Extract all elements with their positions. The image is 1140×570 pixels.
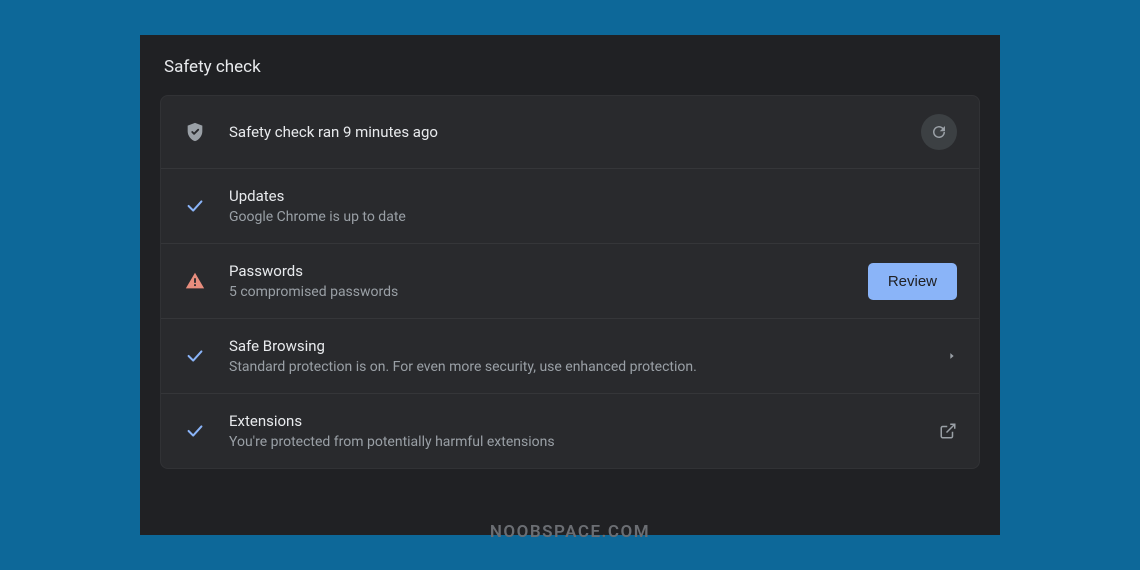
panel-title: Safety check [160, 57, 980, 77]
extensions-text-block: Extensions You're protected from potenti… [229, 412, 939, 450]
safe-browsing-row[interactable]: Safe Browsing Standard protection is on.… [161, 319, 979, 394]
updates-row: Updates Google Chrome is up to date [161, 169, 979, 244]
updates-title: Updates [229, 187, 957, 205]
check-icon [183, 344, 207, 368]
passwords-action: Review [868, 263, 957, 300]
status-row: Safety check ran 9 minutes ago [161, 96, 979, 169]
passwords-text-block: Passwords 5 compromised passwords [229, 262, 868, 300]
warning-icon [183, 269, 207, 293]
updates-text-block: Updates Google Chrome is up to date [229, 187, 957, 225]
check-icon [183, 194, 207, 218]
safe-browsing-title: Safe Browsing [229, 337, 947, 355]
status-text: Safety check ran 9 minutes ago [229, 123, 921, 141]
refresh-icon [930, 123, 948, 141]
safe-browsing-subtitle: Standard protection is on. For even more… [229, 359, 947, 375]
passwords-row: Passwords 5 compromised passwords Review [161, 244, 979, 319]
status-action [921, 114, 957, 150]
updates-subtitle: Google Chrome is up to date [229, 209, 957, 225]
safety-check-panel: Safety check Safety check ran 9 minutes … [140, 35, 1000, 535]
refresh-button[interactable] [921, 114, 957, 150]
passwords-title: Passwords [229, 262, 868, 280]
check-icon [183, 419, 207, 443]
extensions-subtitle: You're protected from potentially harmfu… [229, 434, 939, 450]
watermark-text: NOOBSPACE.COM [490, 522, 650, 542]
passwords-subtitle: 5 compromised passwords [229, 284, 868, 300]
chevron-right-icon[interactable] [947, 351, 957, 361]
status-text-block: Safety check ran 9 minutes ago [229, 123, 921, 141]
extensions-row[interactable]: Extensions You're protected from potenti… [161, 394, 979, 468]
safe-browsing-text-block: Safe Browsing Standard protection is on.… [229, 337, 947, 375]
review-button[interactable]: Review [868, 263, 957, 300]
safety-check-card: Safety check ran 9 minutes ago Updates G… [160, 95, 980, 469]
shield-check-icon [183, 120, 207, 144]
extensions-title: Extensions [229, 412, 939, 430]
external-link-icon[interactable] [939, 422, 957, 440]
